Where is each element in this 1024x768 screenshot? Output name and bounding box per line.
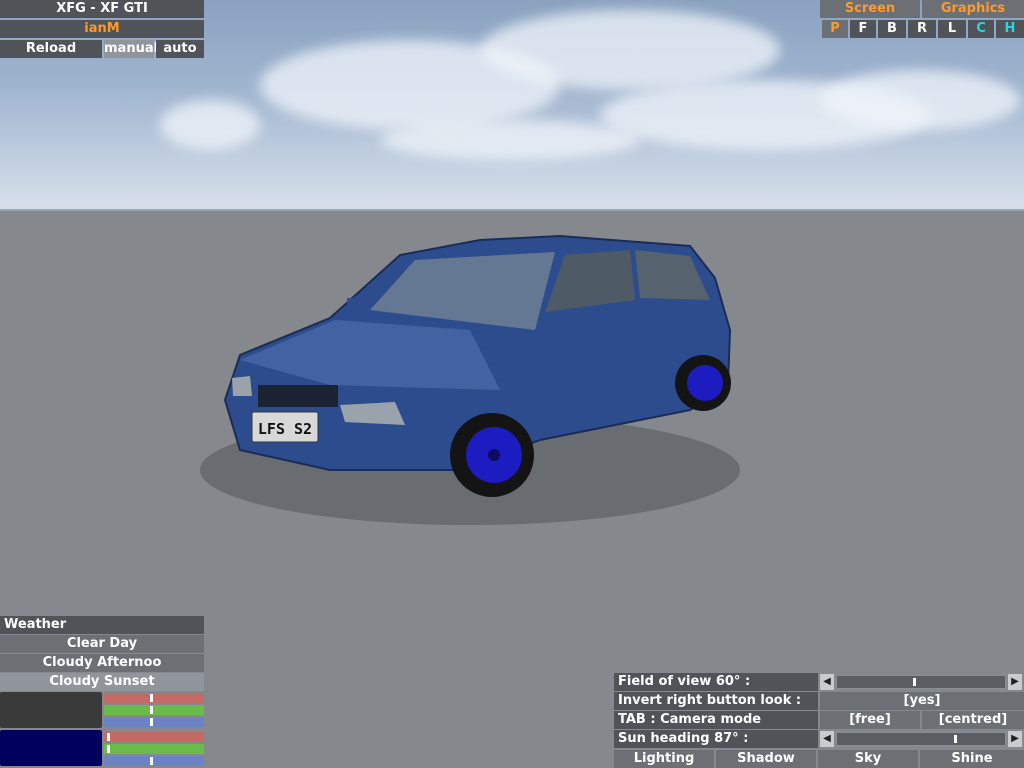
tab-lighting[interactable]: Lighting (614, 750, 714, 768)
ambient-red-slider[interactable] (104, 693, 204, 703)
key-l[interactable]: L (938, 20, 966, 38)
weather-option-cloudy-afternoon[interactable]: Cloudy Afternoo (0, 654, 204, 672)
slider-knob (150, 757, 153, 765)
auto-button[interactable]: auto (156, 40, 204, 58)
camera-mode-free[interactable]: [free] (820, 711, 920, 729)
weather-option-cloudy-sunset[interactable]: Cloudy Sunset (0, 673, 204, 691)
slider-knob (913, 678, 916, 686)
tab-shadow[interactable]: Shadow (716, 750, 816, 768)
screen-graphics-panel: Screen Graphics P F B R L C H (820, 0, 1024, 40)
slider-knob (150, 694, 153, 702)
fov-label: Field of view 60° : (614, 673, 818, 691)
car-name: XFG - XF GTI (0, 0, 204, 18)
car-info-panel: XFG - XF GTI ianM Reload manual auto (0, 0, 204, 58)
sky-green-slider[interactable] (104, 744, 204, 754)
invert-look-label: Invert right button look : (614, 692, 818, 710)
weather-panel: Weather Clear Day Cloudy Afternoo Cloudy… (0, 616, 204, 768)
weather-title: Weather (0, 616, 204, 634)
ambient-green-slider[interactable] (104, 705, 204, 715)
ambient-color-swatch[interactable] (0, 692, 102, 728)
slider-knob (150, 706, 153, 714)
sun-increase-arrow-icon[interactable]: ▶ (1008, 731, 1022, 747)
key-r[interactable]: R (908, 20, 936, 38)
sky-red-slider[interactable] (104, 732, 204, 742)
player-name: ianM (0, 20, 204, 38)
invert-look-toggle[interactable]: [yes] (820, 692, 1024, 710)
key-b[interactable]: B (878, 20, 906, 38)
sun-decrease-arrow-icon[interactable]: ◀ (820, 731, 834, 747)
key-p[interactable]: P (822, 20, 848, 38)
key-c[interactable]: C (968, 20, 994, 38)
reload-button[interactable]: Reload (0, 40, 102, 58)
slider-knob (107, 733, 110, 741)
fov-slider[interactable] (836, 675, 1006, 689)
tab-graphics[interactable]: Graphics (922, 0, 1024, 18)
weather-option-clear-day[interactable]: Clear Day (0, 635, 204, 653)
key-f[interactable]: F (850, 20, 876, 38)
camera-mode-label: TAB : Camera mode (614, 711, 818, 729)
slider-knob (954, 735, 957, 743)
ambient-blue-slider[interactable] (104, 717, 204, 727)
tab-screen[interactable]: Screen (820, 0, 920, 18)
sky-color-swatch[interactable] (0, 730, 102, 766)
key-h[interactable]: H (996, 20, 1024, 38)
tab-shine[interactable]: Shine (920, 750, 1024, 768)
fov-increase-arrow-icon[interactable]: ▶ (1008, 674, 1022, 690)
view-settings-panel: Field of view 60° : ◀ ▶ Invert right but… (614, 673, 1024, 768)
license-plate: LFS S2 (258, 420, 312, 438)
sun-heading-slider[interactable] (836, 732, 1006, 746)
sun-heading-label: Sun heading 87° : (614, 730, 818, 748)
camera-mode-centred[interactable]: [centred] (922, 711, 1024, 729)
tab-sky[interactable]: Sky (818, 750, 918, 768)
fov-decrease-arrow-icon[interactable]: ◀ (820, 674, 834, 690)
manual-button[interactable]: manual (104, 40, 158, 58)
slider-knob (150, 718, 153, 726)
sky-blue-slider[interactable] (104, 756, 204, 766)
slider-knob (107, 745, 110, 753)
